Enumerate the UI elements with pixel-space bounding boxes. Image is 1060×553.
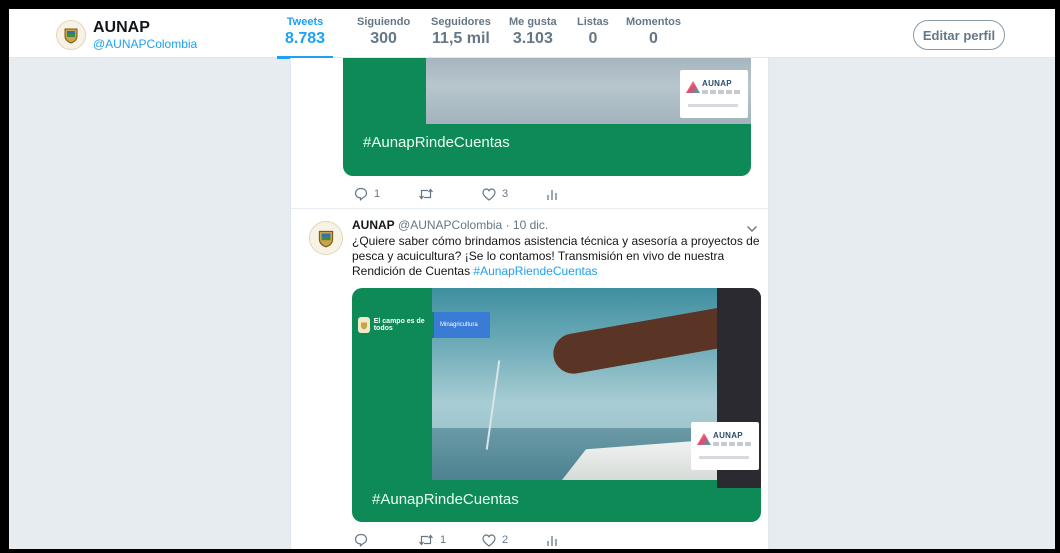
tweet1-like-button[interactable]: 3 [482,187,546,201]
twitter-profile-window: AUNAP @AUNAPColombia Tweets 8.783 Siguie… [9,9,1055,549]
profile-name[interactable]: AUNAP [93,19,150,37]
heart-icon [482,533,496,547]
tweet2-reply-button[interactable] [354,533,418,547]
aunap-logo-icon [686,81,700,93]
tweet2-retweet-count: 1 [440,534,447,546]
tab-tweets-count: 8.783 [285,30,326,47]
tweet2-retweet-button[interactable]: 1 [418,533,482,547]
tab-followers[interactable]: Seguidores 11,5 mil [431,16,491,48]
tweet1-like-count: 3 [502,188,509,200]
reply-icon [354,533,368,547]
tweet2-text: ¿Quiere saber cómo brindamos asistencia … [352,234,760,279]
tweet2-brand-left-text: El campo es de todos [373,318,425,332]
tweet2-like-count: 2 [502,534,509,546]
tab-following[interactable]: Siguiendo 300 [357,16,410,48]
heart-icon [482,187,496,201]
retweet-icon [419,188,433,200]
tweet2-handle[interactable]: @AUNAPColombia [398,218,502,232]
tab-lists-count: 0 [588,30,598,47]
tweet2-user-name[interactable]: AUNAP [352,218,395,232]
badge-subtitle-line [702,90,742,94]
tweet1-actions: 1 3 [354,187,558,201]
shield-icon [358,317,370,333]
coat-of-arms-icon [360,322,367,329]
tweet1-aunap-logo: AUNAP [680,70,748,118]
badge-footer-line [688,104,738,107]
tweet2-actions: 1 2 [354,533,558,547]
tab-likes-count: 3.103 [512,30,553,47]
tweet1-retweet-button[interactable] [418,187,482,201]
badge-subtitle-line [713,442,753,446]
analytics-icon [547,535,557,546]
tab-tweets-label: Tweets [286,16,324,28]
profile-handle[interactable]: @AUNAPColombia [93,37,197,51]
chevron-down-icon [747,226,757,232]
tab-followers-count: 11,5 mil [432,30,490,47]
tab-tweets[interactable]: Tweets 8.783 [276,16,334,59]
tweet2-media-card[interactable]: El campo es de todos Minagricultura AUNA… [352,288,761,522]
brand-right: Minagricultura [434,312,490,338]
coat-of-arms-icon [318,230,334,248]
tab-likes-label: Me gusta [509,16,557,28]
tweet1-badge-text: AUNAP [702,79,732,88]
tweet2-badge-text: AUNAP [713,431,743,440]
badge-footer-line [699,456,749,459]
tweet1-card-green-area [343,58,426,124]
tweet2-analytics-button[interactable] [546,534,558,547]
tweet-divider [291,208,768,209]
tweet1-analytics-button[interactable] [546,188,558,201]
tweet2-brand-right-text: Minagricultura [440,322,478,328]
tab-followers-label: Seguidores [431,16,491,28]
tab-following-count: 300 [370,30,397,47]
tab-moments-label: Momentos [626,16,681,28]
tweet2-hashtag-link[interactable]: #AunapRiendeCuentas [473,264,597,278]
tweet-timeline: AUNAP #AunapRindeCuentas 1 3 AUNAP @AUNA… [290,58,769,549]
retweet-icon [419,534,433,546]
tweet2-header: AUNAP @AUNAPColombia · 10 dic. [352,218,548,232]
analytics-icon [547,189,557,200]
tweet1-media-card[interactable]: AUNAP #AunapRindeCuentas [343,58,751,176]
brand-left: El campo es de todos [352,312,434,338]
tab-lists[interactable]: Listas 0 [577,16,609,48]
aunap-logo-icon [697,433,711,445]
tweet2-aunap-logo: AUNAP [691,422,759,470]
tweet1-reply-count: 1 [374,188,381,200]
profile-nav-bar: AUNAP @AUNAPColombia Tweets 8.783 Siguie… [9,9,1055,59]
tweet1-reply-button[interactable]: 1 [354,187,418,201]
tweet2-date[interactable]: · 10 dic. [506,218,549,232]
profile-avatar[interactable] [56,20,86,50]
tweet2-avatar[interactable] [309,221,343,255]
coat-of-arms-icon [64,28,78,44]
tab-likes[interactable]: Me gusta 3.103 [509,16,557,48]
tweet2-like-button[interactable]: 2 [482,533,546,547]
tweet1-card-hashtag: #AunapRindeCuentas [363,134,510,151]
edit-profile-button[interactable]: Editar perfil [913,20,1005,50]
reply-icon [354,187,368,201]
tab-moments-count: 0 [649,30,658,47]
tweet2-brand-strip: El campo es de todos Minagricultura [352,312,490,338]
tab-moments[interactable]: Momentos 0 [626,16,681,48]
tab-lists-label: Listas [577,16,609,28]
tweet2-card-hashtag: #AunapRindeCuentas [372,491,519,508]
tab-following-label: Siguiendo [357,16,411,28]
